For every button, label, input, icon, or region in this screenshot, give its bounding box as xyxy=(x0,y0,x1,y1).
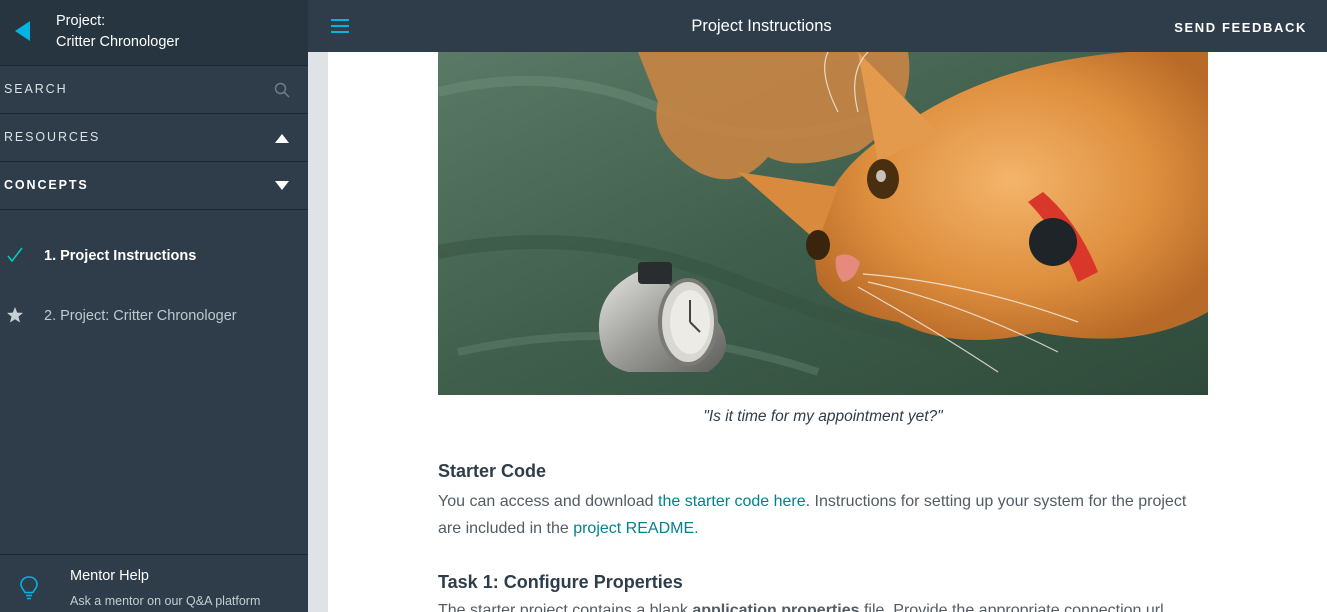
mentor-help-subtitle: Ask a mentor on our Q&A platform xyxy=(70,594,261,608)
cat-with-watch-image xyxy=(438,52,1208,395)
task1-text-2: file. Provide the appropriate connection… xyxy=(859,602,1164,612)
star-icon xyxy=(6,306,24,324)
send-feedback-button[interactable]: SEND FEEDBACK xyxy=(1174,20,1307,35)
sidebar: Project: Critter Chronologer SEARCH RESO… xyxy=(0,0,308,612)
task1-heading: Task 1: Configure Properties xyxy=(438,572,683,592)
main-content[interactable]: "Is it time for my appointment yet?" Sta… xyxy=(328,52,1327,612)
starter-text-3: . xyxy=(694,520,699,537)
search-label: SEARCH xyxy=(4,82,68,96)
back-icon[interactable] xyxy=(12,19,32,43)
sidebar-search[interactable]: SEARCH xyxy=(0,66,308,114)
content-gutter xyxy=(308,52,328,612)
task1-text-1: The starter project contains a blank xyxy=(438,602,693,612)
starter-code-link[interactable]: the starter code here xyxy=(658,493,806,510)
caret-up-icon xyxy=(274,130,290,146)
checkmark-icon xyxy=(6,246,24,264)
search-icon[interactable] xyxy=(274,82,290,98)
project-readme-link[interactable]: project README xyxy=(573,520,694,537)
starter-code-heading: Starter Code xyxy=(438,461,547,481)
project-title-line1: Project: xyxy=(56,13,106,29)
task1-paragraph: The starter project contains a blank app… xyxy=(438,597,1208,612)
project-title[interactable]: Project: Critter Chronologer xyxy=(56,11,179,53)
mentor-help-title: Mentor Help xyxy=(70,568,149,584)
starter-text-1: You can access and download xyxy=(438,493,659,510)
lightbulb-icon xyxy=(19,575,39,601)
concept-item-critter-chronologer[interactable]: 2. Project: Critter Chronologer xyxy=(0,296,308,336)
page-title: Project Instructions xyxy=(691,17,832,35)
concept-item-project-instructions[interactable]: 1. Project Instructions xyxy=(0,236,308,276)
sidebar-resources[interactable]: RESOURCES xyxy=(0,114,308,162)
caret-down-icon xyxy=(274,178,290,194)
sidebar-header: Project: Critter Chronologer xyxy=(0,0,308,66)
project-title-line2: Critter Chronologer xyxy=(56,34,180,50)
mentor-help[interactable]: Mentor Help Ask a mentor on our Q&A plat… xyxy=(0,554,308,612)
top-bar: Project Instructions SEND FEEDBACK xyxy=(308,0,1327,52)
resources-label: RESOURCES xyxy=(4,130,101,144)
concepts-label: CONCEPTS xyxy=(4,178,89,192)
concept-label: 1. Project Instructions xyxy=(44,248,197,264)
starter-code-paragraph: You can access and download the starter … xyxy=(438,488,1208,542)
image-caption: "Is it time for my appointment yet?" xyxy=(703,408,943,425)
application-properties-text: application.properties xyxy=(692,602,860,612)
concept-label: 2. Project: Critter Chronologer xyxy=(44,308,237,324)
sidebar-concepts[interactable]: CONCEPTS xyxy=(0,162,308,210)
